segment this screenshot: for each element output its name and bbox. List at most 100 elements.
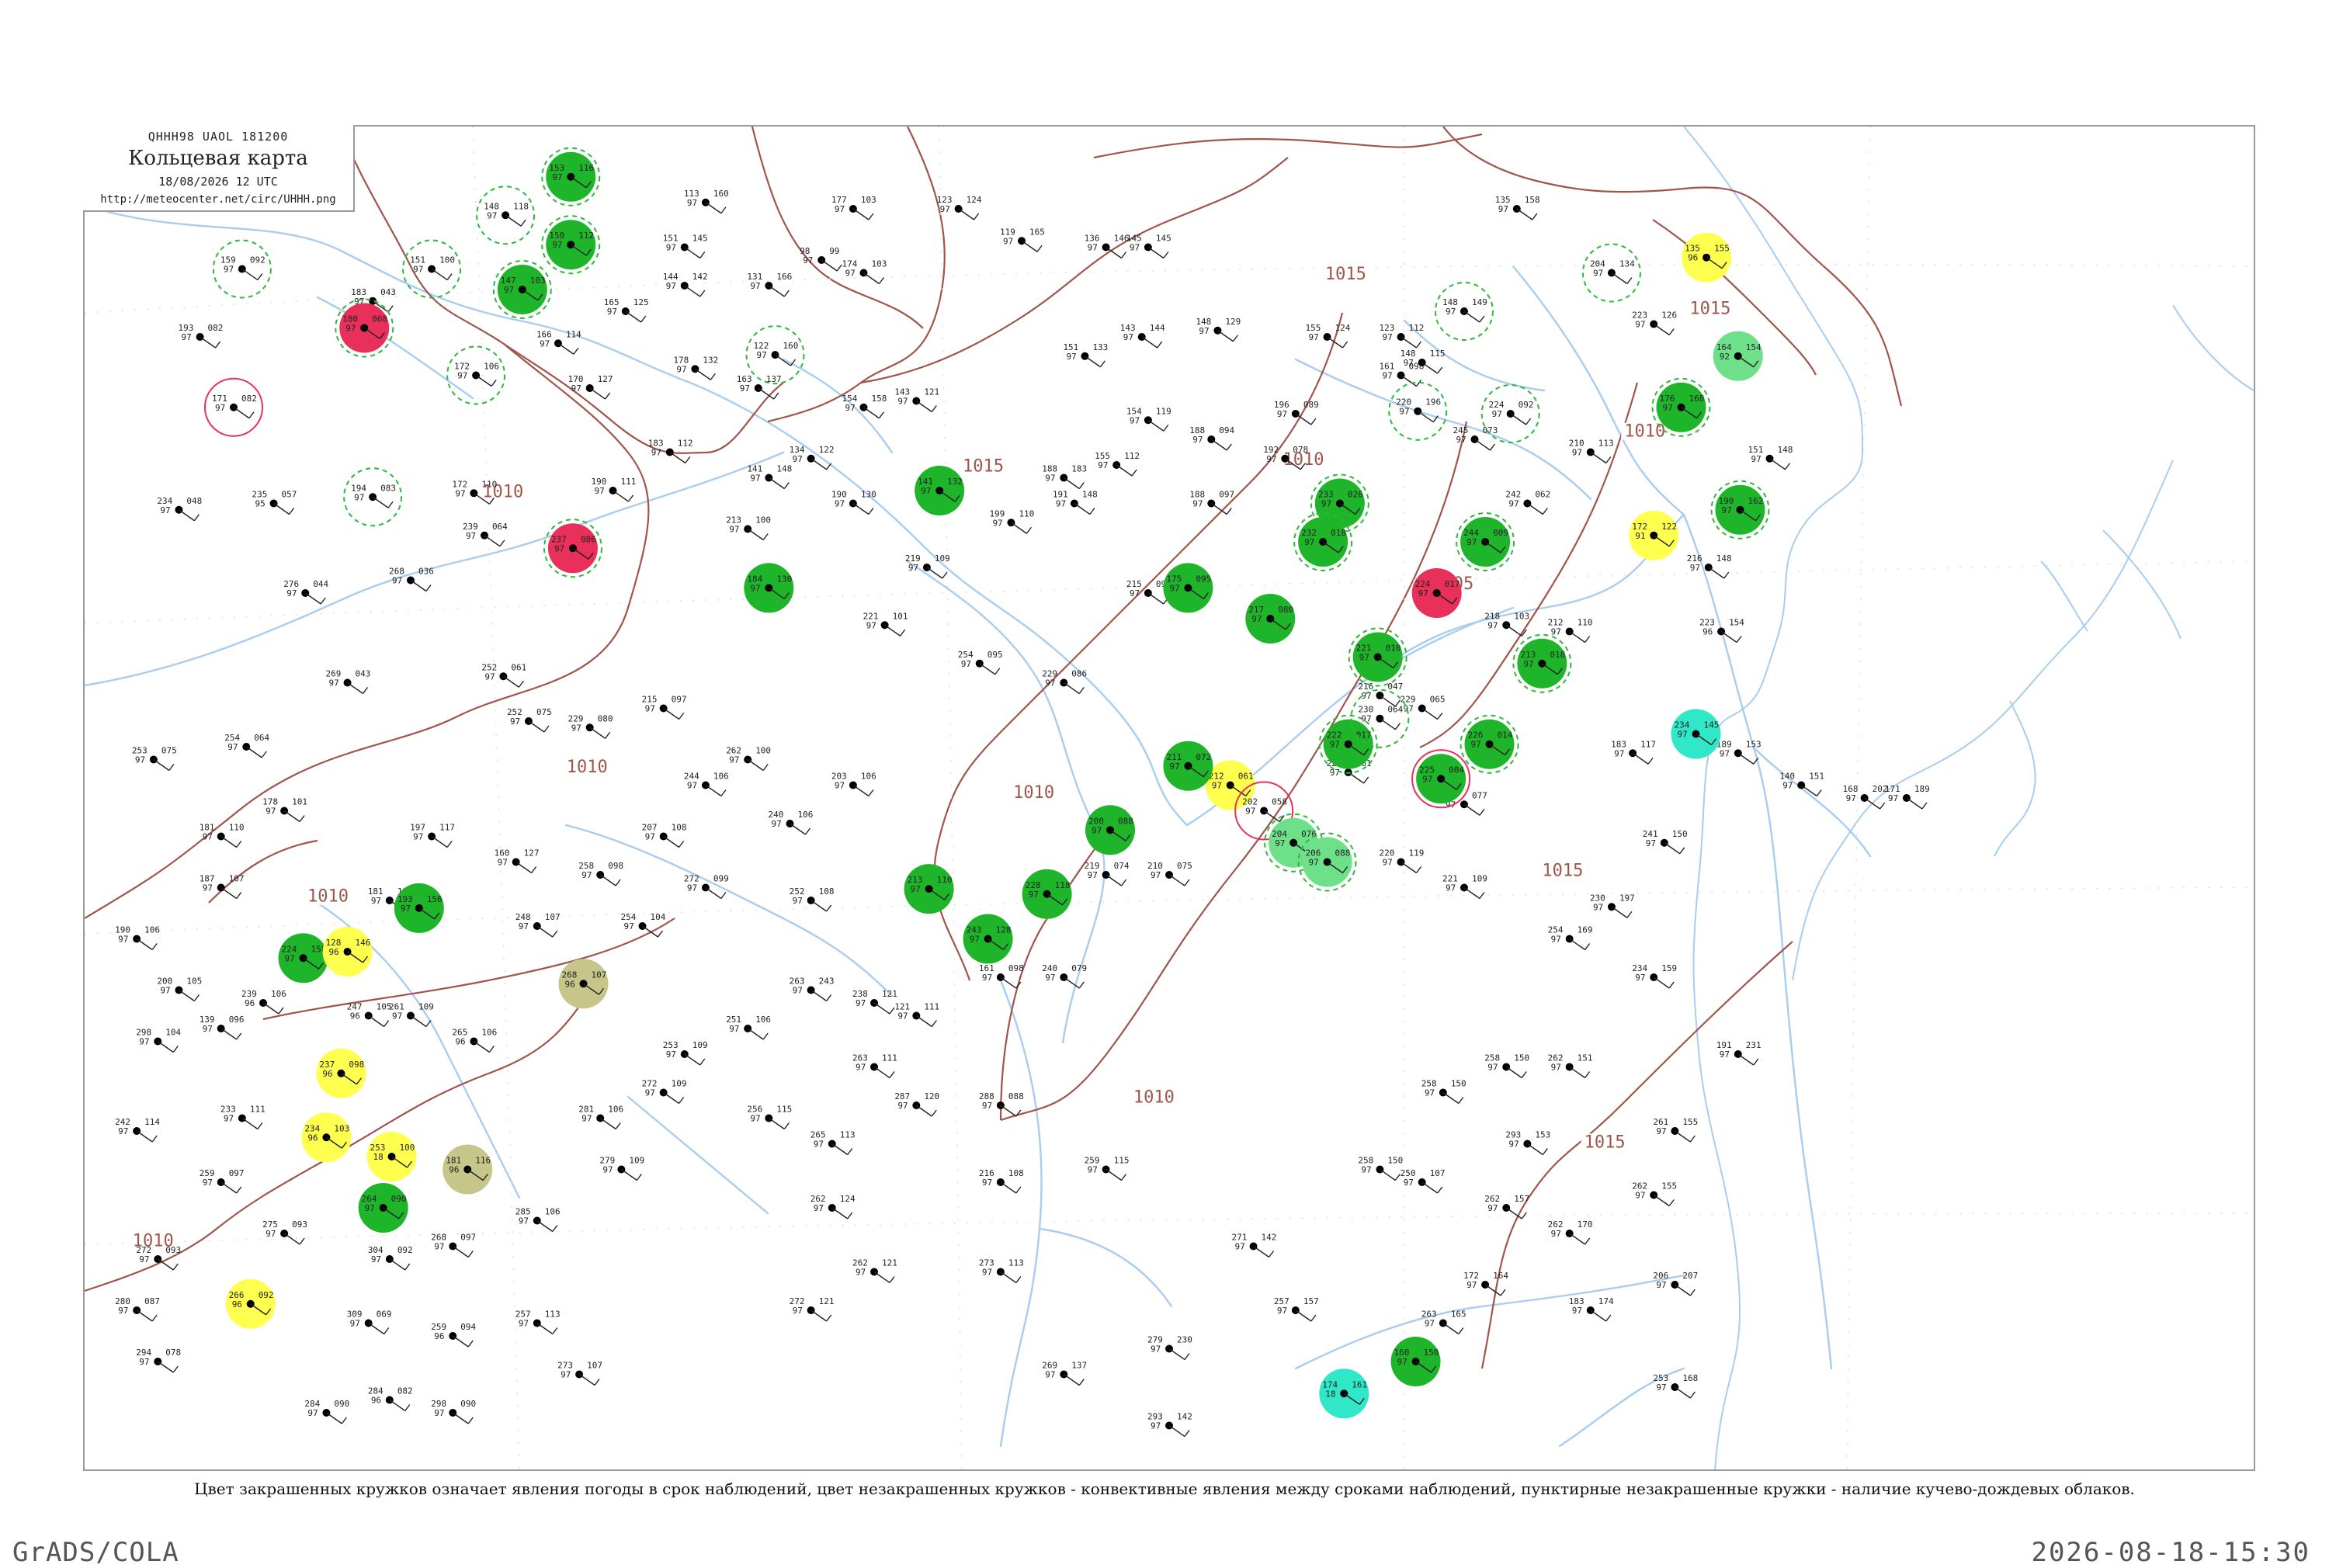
weather-station-a25[interactable]: 22597004	[1411, 749, 1471, 809]
weather-station-a21[interactable]: 22197010	[1348, 627, 1407, 687]
weather-station-a20[interactable]: 24497009	[1456, 512, 1515, 571]
station-marker[interactable]: 28797120	[894, 1091, 939, 1117]
station-marker[interactable]: 18897183	[1042, 464, 1087, 490]
station-marker[interactable]: 26596106	[452, 1028, 497, 1053]
station-marker[interactable]: 28197106	[578, 1105, 623, 1130]
station-marker[interactable]: 21597097	[642, 695, 687, 720]
station-marker[interactable]: 25397075	[132, 746, 177, 772]
station-marker[interactable]: 25397168	[1653, 1373, 1698, 1399]
station-marker[interactable]: 26297124	[810, 1194, 856, 1219]
station-marker[interactable]: 18797107	[200, 874, 245, 900]
station-marker[interactable]: 25497064	[224, 733, 270, 758]
station-marker[interactable]: 24097079	[1042, 963, 1087, 989]
station-marker[interactable]: 27997109	[599, 1156, 644, 1181]
station-marker[interactable]: 21697148	[1687, 553, 1732, 579]
weather-station-a46[interactable]: 13596155	[1682, 232, 1732, 283]
station-marker[interactable]: 24197150	[1643, 829, 1688, 855]
station-marker[interactable]: 15197133	[1063, 342, 1108, 368]
station-marker[interactable]: 28097087	[115, 1296, 160, 1322]
station-marker[interactable]: 18197110	[200, 823, 245, 848]
station-marker[interactable]: 22997086	[1042, 669, 1087, 695]
weather-station-a30[interactable]: 21797080	[1245, 594, 1296, 644]
station-marker[interactable]: 25297075	[507, 707, 552, 733]
station-marker[interactable]: 25897150	[1484, 1053, 1529, 1079]
station-marker[interactable]: 26997043	[326, 669, 371, 695]
station-marker[interactable]: 14597145	[1126, 234, 1171, 259]
station-marker[interactable]: 29497078	[136, 1348, 181, 1373]
weather-station-a5[interactable]: 14897118	[476, 186, 536, 245]
weather-station-a40[interactable]: 23796098	[316, 1048, 366, 1098]
station-marker[interactable]: 13997096	[200, 1015, 245, 1040]
station-marker[interactable]: 15497158	[842, 394, 887, 419]
station-marker[interactable]: 26397111	[852, 1053, 897, 1079]
weather-station-a19[interactable]: 22497017	[1411, 568, 1462, 618]
weather-station-a42[interactable]: 25318100	[366, 1132, 417, 1181]
station-marker[interactable]: 23595057	[252, 490, 297, 515]
station-marker[interactable]: 22197109	[1442, 874, 1487, 900]
station-marker[interactable]: 29397153	[1505, 1130, 1550, 1156]
station-marker[interactable]: 15497119	[1126, 406, 1171, 432]
station-marker[interactable]: 21097075	[1147, 861, 1192, 886]
station-marker[interactable]: 25897150	[1421, 1079, 1466, 1105]
station-marker[interactable]: 14097151	[1779, 772, 1824, 797]
station-marker[interactable]: 16197098	[1380, 362, 1425, 387]
station-marker[interactable]: 15597112	[1095, 451, 1140, 477]
station-marker[interactable]: 30997069	[347, 1310, 392, 1335]
weather-station-a41[interactable]: 23496103	[301, 1112, 352, 1163]
station-marker[interactable]: 27597093	[262, 1219, 307, 1245]
station-marker[interactable]: 19097106	[115, 925, 160, 951]
station-marker[interactable]: 25397109	[663, 1040, 708, 1066]
station-marker[interactable]: 13597158	[1495, 195, 1540, 220]
weather-station-a54[interactable]: 14897149	[1434, 282, 1494, 341]
station-marker[interactable]: 17497103	[842, 259, 887, 285]
station-marker[interactable]: 27297121	[790, 1296, 835, 1322]
station-marker[interactable]: 21697047	[1358, 682, 1403, 707]
station-marker[interactable]: 14397121	[894, 387, 939, 413]
station-marker[interactable]: 13197166	[747, 272, 792, 297]
station-marker[interactable]: 12197111	[894, 1002, 939, 1028]
station-marker[interactable]: 25297061	[481, 662, 526, 688]
station-marker[interactable]: 29897090	[431, 1399, 476, 1424]
station-marker[interactable]: 23897121	[852, 989, 897, 1015]
station-marker[interactable]: 14497142	[663, 272, 708, 297]
station-marker[interactable]: 26897036	[389, 567, 434, 592]
weather-station-a12[interactable]: 23797086	[543, 519, 602, 578]
station-marker[interactable]: 25997097	[200, 1168, 245, 1194]
source-url[interactable]: http://meteocenter.net/circ/UHHH.png	[83, 193, 353, 206]
station-marker[interactable]: 26297121	[852, 1258, 897, 1284]
station-marker[interactable]: 11397160	[684, 189, 729, 214]
weather-station-a38[interactable]: 12896146	[322, 927, 373, 977]
station-marker[interactable]: 22197101	[863, 611, 908, 637]
station-marker[interactable]: 19797117	[410, 823, 455, 848]
station-marker[interactable]: 23097197	[1590, 893, 1635, 918]
weather-station-a14[interactable]: 18497130	[744, 563, 794, 613]
weather-station-a49[interactable]: 19097162	[1710, 480, 1770, 539]
station-marker[interactable]: 29897104	[136, 1028, 182, 1053]
weather-station-a44[interactable]: 26497090	[358, 1183, 408, 1233]
weather-station-a43[interactable]: 18196116	[443, 1144, 493, 1195]
station-marker[interactable]: 28597106	[515, 1207, 561, 1233]
station-marker[interactable]: 26597113	[810, 1130, 856, 1156]
station-marker[interactable]: 25797113	[515, 1310, 561, 1335]
station-marker[interactable]: 28497090	[304, 1399, 349, 1424]
station-marker[interactable]: 13497122	[790, 445, 835, 470]
station-marker[interactable]: 12397112	[1380, 323, 1425, 349]
weather-station-a45[interactable]: 26696092	[225, 1278, 276, 1329]
station-marker[interactable]: 14897129	[1196, 317, 1241, 342]
station-marker[interactable]: 18397174	[1569, 1296, 1614, 1322]
station-marker[interactable]: 23997064	[463, 522, 508, 547]
station-marker[interactable]: 19197231	[1716, 1040, 1762, 1066]
weather-station-a22[interactable]: 21397018	[1512, 633, 1572, 693]
station-marker[interactable]: 18897094	[1189, 425, 1235, 451]
station-marker[interactable]: 22997065	[1401, 695, 1446, 720]
weather-station-a29[interactable]: 20697088	[1297, 832, 1357, 892]
station-marker[interactable]: 26297155	[1632, 1181, 1677, 1207]
station-marker[interactable]: 14397144	[1120, 323, 1165, 349]
station-marker[interactable]: 18897097	[1189, 490, 1234, 515]
weather-station-a8[interactable]: 14797103	[492, 259, 552, 319]
station-marker[interactable]: 26297100	[726, 746, 771, 772]
station-marker[interactable]: 16097127	[495, 848, 540, 874]
station-marker[interactable]: 22997080	[568, 713, 613, 739]
station-marker[interactable]: 24297114	[115, 1117, 160, 1143]
station-marker[interactable]: 19097111	[592, 477, 637, 502]
